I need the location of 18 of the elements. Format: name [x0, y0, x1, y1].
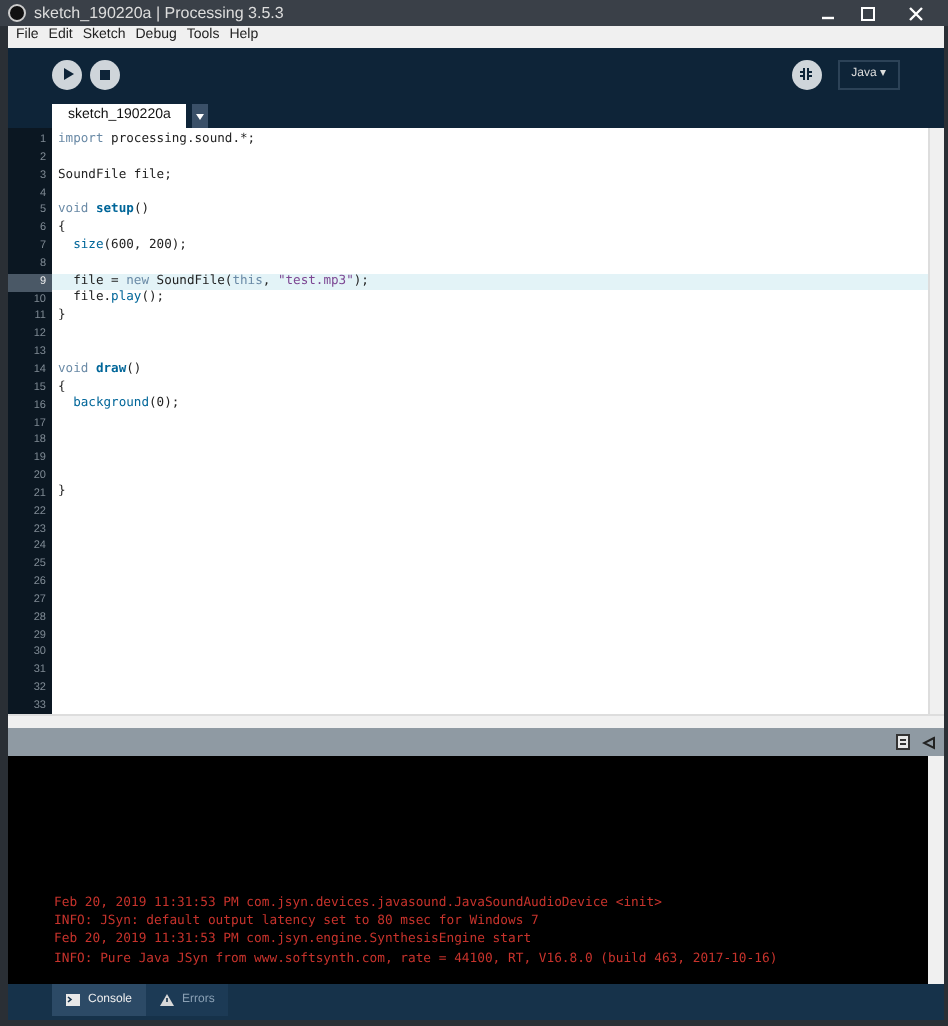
close-icon[interactable] [908, 5, 924, 21]
window-title: sketch_190220a | Processing 3.5.3 [34, 1, 284, 25]
terminal-icon [66, 994, 80, 1006]
play-icon [61, 68, 73, 80]
run-button[interactable] [52, 59, 82, 89]
debug-button[interactable] [791, 59, 822, 89]
stop-button[interactable] [90, 59, 120, 89]
horizontal-scrollbar[interactable] [8, 714, 944, 728]
scrollbar[interactable] [928, 128, 944, 714]
triangle-left-icon[interactable] [922, 735, 936, 749]
app-icon [8, 4, 26, 22]
console-scrollbar[interactable] [928, 756, 944, 984]
maximize-icon[interactable] [860, 5, 876, 21]
stop-icon [100, 69, 110, 79]
caret-icon [196, 113, 205, 119]
tab-menu-button[interactable] [192, 104, 209, 128]
clipboard-icon[interactable] [896, 734, 910, 750]
warning-icon [160, 994, 175, 1006]
